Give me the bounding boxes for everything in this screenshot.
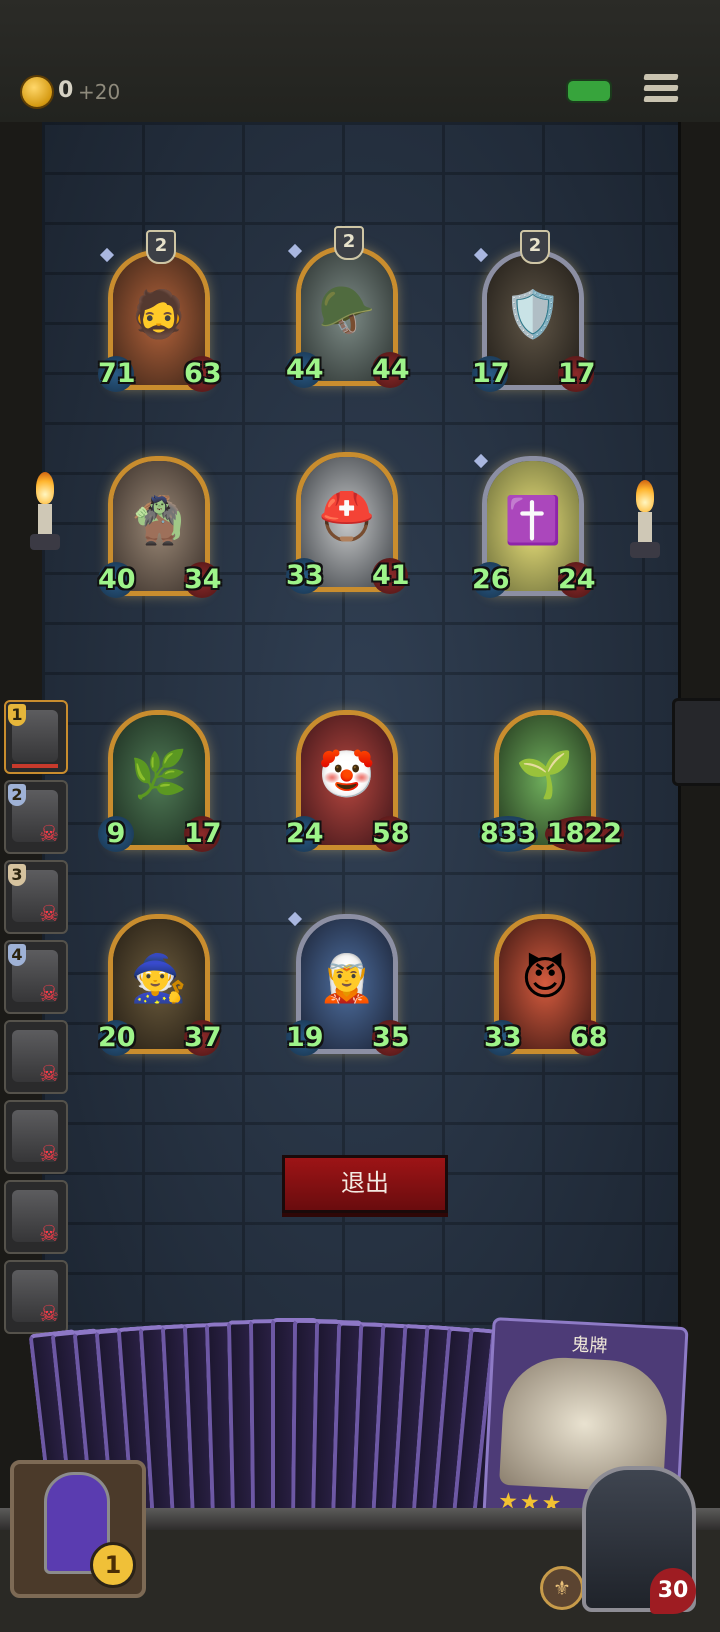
player-card-elf-witch[interactable]: 🧝 19 35 [286,904,410,1064]
player-card-leaf-sprite[interactable]: 🌱 833 1822 [478,700,624,860]
order-number: 2 [8,784,26,806]
player-card-jester[interactable]: 🤡 24 58 [286,700,410,860]
attack-value: 19 [286,1020,324,1056]
attack-value: 71 [98,356,136,392]
skull-crossbones-icon: ☠ [39,822,59,847]
enemy-card-footman[interactable]: 🪖 2 44 44 [286,226,410,396]
turn-order-item[interactable]: ☠ [4,1100,68,1174]
health-value: 63 [184,356,222,392]
turn-order-sidebar: 1 2 ☠ 3 ☠ 4 ☠ ☠ ☠ ☠ ☠ [4,700,68,1340]
level-badge: 2 [334,226,364,260]
gem-icon [473,453,489,469]
coin-icon [22,77,52,107]
health-value: 17 [184,816,222,852]
crest-icon: ⚜ [553,1576,571,1600]
level-badge: 2 [520,230,550,264]
enemy-card-brawler[interactable]: 🧔 2 71 63 [98,230,222,400]
right-pillar [678,122,720,1512]
top-bar: 0 +20 [0,0,720,126]
health-value: 58 [372,816,410,852]
exit-button[interactable]: 退出 [282,1155,448,1213]
gem-icon [473,247,489,263]
turn-order-item[interactable]: 1 [4,700,68,774]
attack-value: 20 [98,1020,136,1056]
turn-order-item[interactable]: ☠ [4,1020,68,1094]
menu-icon [643,74,679,80]
coin-count: 0 [58,78,74,103]
battery-icon [568,81,610,101]
attack-value: 9 [98,816,134,852]
skull-crossbones-icon: ☠ [39,902,59,927]
health-value: 68 [570,1020,608,1056]
skull-crossbones-icon: ☠ [39,1142,59,1167]
turn-order-item[interactable]: ☠ [4,1180,68,1254]
order-number: 3 [8,864,26,886]
gem-icon [287,911,303,927]
enemy-card-shield-knight[interactable]: 🛡️ 2 17 17 [472,230,596,400]
health-value: 35 [372,1020,410,1056]
enemy-card-ogre[interactable]: 🧌 40 34 [98,446,222,606]
attack-value: 833 [478,816,539,852]
health-bar [12,764,58,768]
attack-value: 24 [286,816,324,852]
attack-value: 26 [472,562,510,598]
gem-icon [287,243,303,259]
attack-value: 33 [484,1020,522,1056]
enemy-card-cross-shield[interactable]: ✝️ 26 24 [472,446,596,606]
deck-count: 1 [90,1542,136,1588]
menu-button[interactable] [643,74,679,108]
attack-value: 33 [286,558,324,594]
turn-order-item[interactable]: 2 ☠ [4,780,68,854]
card-title: 鬼牌 [570,1334,608,1358]
health-value: 41 [372,558,410,594]
coin-gain: +20 [78,80,121,104]
turn-order-item[interactable]: 4 ☠ [4,940,68,1014]
skull-crossbones-icon: ☠ [39,1062,59,1087]
torch-icon [630,480,660,570]
turn-order-item[interactable]: 3 ☠ [4,860,68,934]
health-value: 37 [184,1020,222,1056]
health-value: 44 [372,352,410,388]
gem-icon [99,247,115,263]
attack-value: 40 [98,562,136,598]
hero-health: 30 [650,1568,696,1614]
torch-icon [30,472,60,562]
enemy-card-paladin[interactable]: ⛑️ 33 41 [286,442,410,602]
attack-value: 44 [286,352,324,388]
hero-ability-button[interactable]: ⚜ [540,1566,584,1610]
skull-crossbones-icon: ☠ [39,1222,59,1247]
level-badge: 2 [146,230,176,264]
skull-crossbones-icon: ☠ [39,982,59,1007]
health-value: 24 [558,562,596,598]
player-card-vine-wisp[interactable]: 🌿 9 17 [98,700,222,860]
player-card-old-sorcerer[interactable]: 🧙 20 37 [98,904,222,1064]
health-value: 17 [558,356,596,392]
health-value: 1822 [544,816,624,852]
player-card-red-imp[interactable]: 😈 33 68 [484,904,608,1064]
health-value: 34 [184,562,222,598]
attack-value: 17 [472,356,510,392]
order-number: 1 [8,704,26,726]
order-number: 4 [8,944,26,966]
deck-pile[interactable]: 1 [10,1460,146,1598]
door-latch [672,698,720,786]
